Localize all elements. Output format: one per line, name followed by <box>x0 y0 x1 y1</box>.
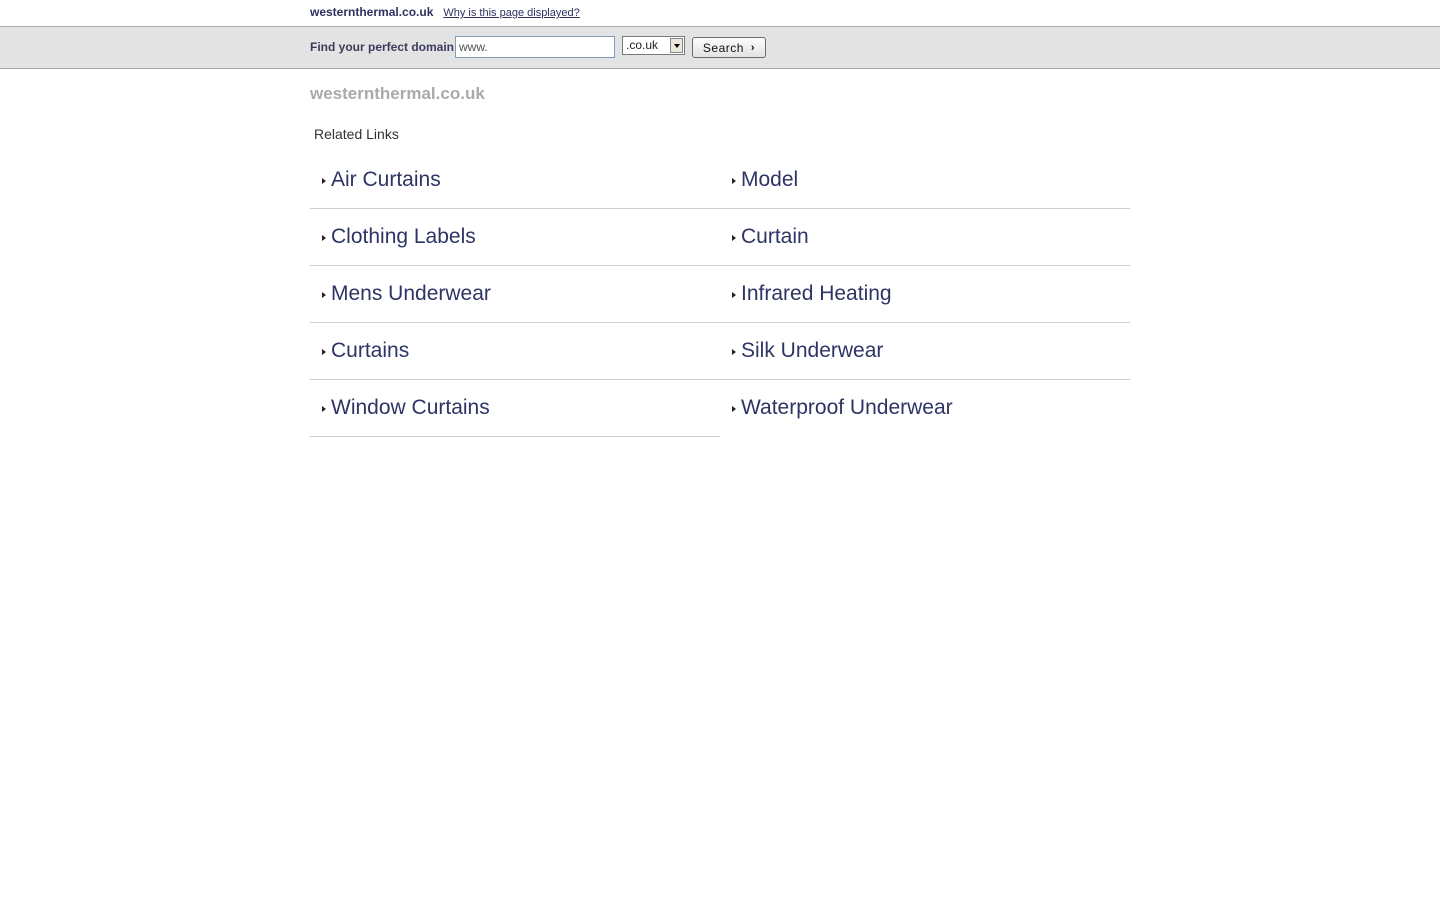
bullet-arrow-icon <box>732 349 736 355</box>
site-name: westernthermal.co.uk <box>310 5 434 19</box>
related-link-label: Air Curtains <box>331 168 441 191</box>
related-link[interactable]: Silk Underwear <box>720 323 1130 380</box>
related-link-label: Window Curtains <box>331 396 490 419</box>
related-link-label: Waterproof Underwear <box>741 396 953 419</box>
find-domain-label: Find your perfect domain <box>310 40 455 54</box>
related-link-label: Curtains <box>331 339 410 362</box>
bullet-arrow-icon <box>732 178 736 184</box>
bullet-arrow-icon <box>322 292 326 298</box>
bullet-arrow-icon <box>732 292 736 298</box>
related-link[interactable]: Curtains <box>310 323 720 380</box>
related-link[interactable]: Infrared Heating <box>720 266 1130 323</box>
domain-search-input[interactable] <box>455 36 615 58</box>
related-link-label: Clothing Labels <box>331 225 476 248</box>
bullet-arrow-icon <box>322 178 326 184</box>
bullet-arrow-icon <box>322 406 326 412</box>
tld-select[interactable]: .co.uk <box>622 36 685 55</box>
domain-headline: westernthermal.co.uk <box>310 84 485 103</box>
related-link-label: Silk Underwear <box>741 339 884 362</box>
related-link[interactable]: Waterproof Underwear <box>720 380 1130 436</box>
related-link-label: Mens Underwear <box>331 282 491 305</box>
related-link[interactable]: Air Curtains <box>310 152 720 209</box>
related-link[interactable]: Mens Underwear <box>310 266 720 323</box>
bullet-arrow-icon <box>732 406 736 412</box>
related-link[interactable]: Curtain <box>720 209 1130 266</box>
bullet-arrow-icon <box>322 235 326 241</box>
related-link-label: Model <box>741 168 799 191</box>
related-links-heading: Related Links <box>314 126 399 142</box>
related-link[interactable]: Window Curtains <box>310 380 720 437</box>
page: westernthermal.co.uk Why is this page di… <box>0 0 1440 900</box>
chevron-right-icon: › <box>750 41 756 54</box>
search-button[interactable]: Search › <box>692 37 766 58</box>
search-button-label: Search <box>702 40 744 55</box>
top-bar: westernthermal.co.uk Why is this page di… <box>310 5 580 23</box>
related-link-label: Infrared Heating <box>741 282 892 305</box>
domain-search-bar: Find your perfect domain .co.uk Search › <box>0 26 1440 69</box>
related-link-label: Curtain <box>741 225 809 248</box>
why-displayed-link[interactable]: Why is this page displayed? <box>443 7 579 19</box>
related-link[interactable]: Clothing Labels <box>310 209 720 266</box>
dropdown-arrow-icon[interactable] <box>670 38 683 53</box>
related-link[interactable]: Model <box>720 152 1130 209</box>
tld-selected-value: .co.uk <box>626 38 659 52</box>
bullet-arrow-icon <box>732 235 736 241</box>
bullet-arrow-icon <box>322 349 326 355</box>
related-links-list: Air Curtains Model Clothing Labels Curta… <box>310 152 1130 437</box>
